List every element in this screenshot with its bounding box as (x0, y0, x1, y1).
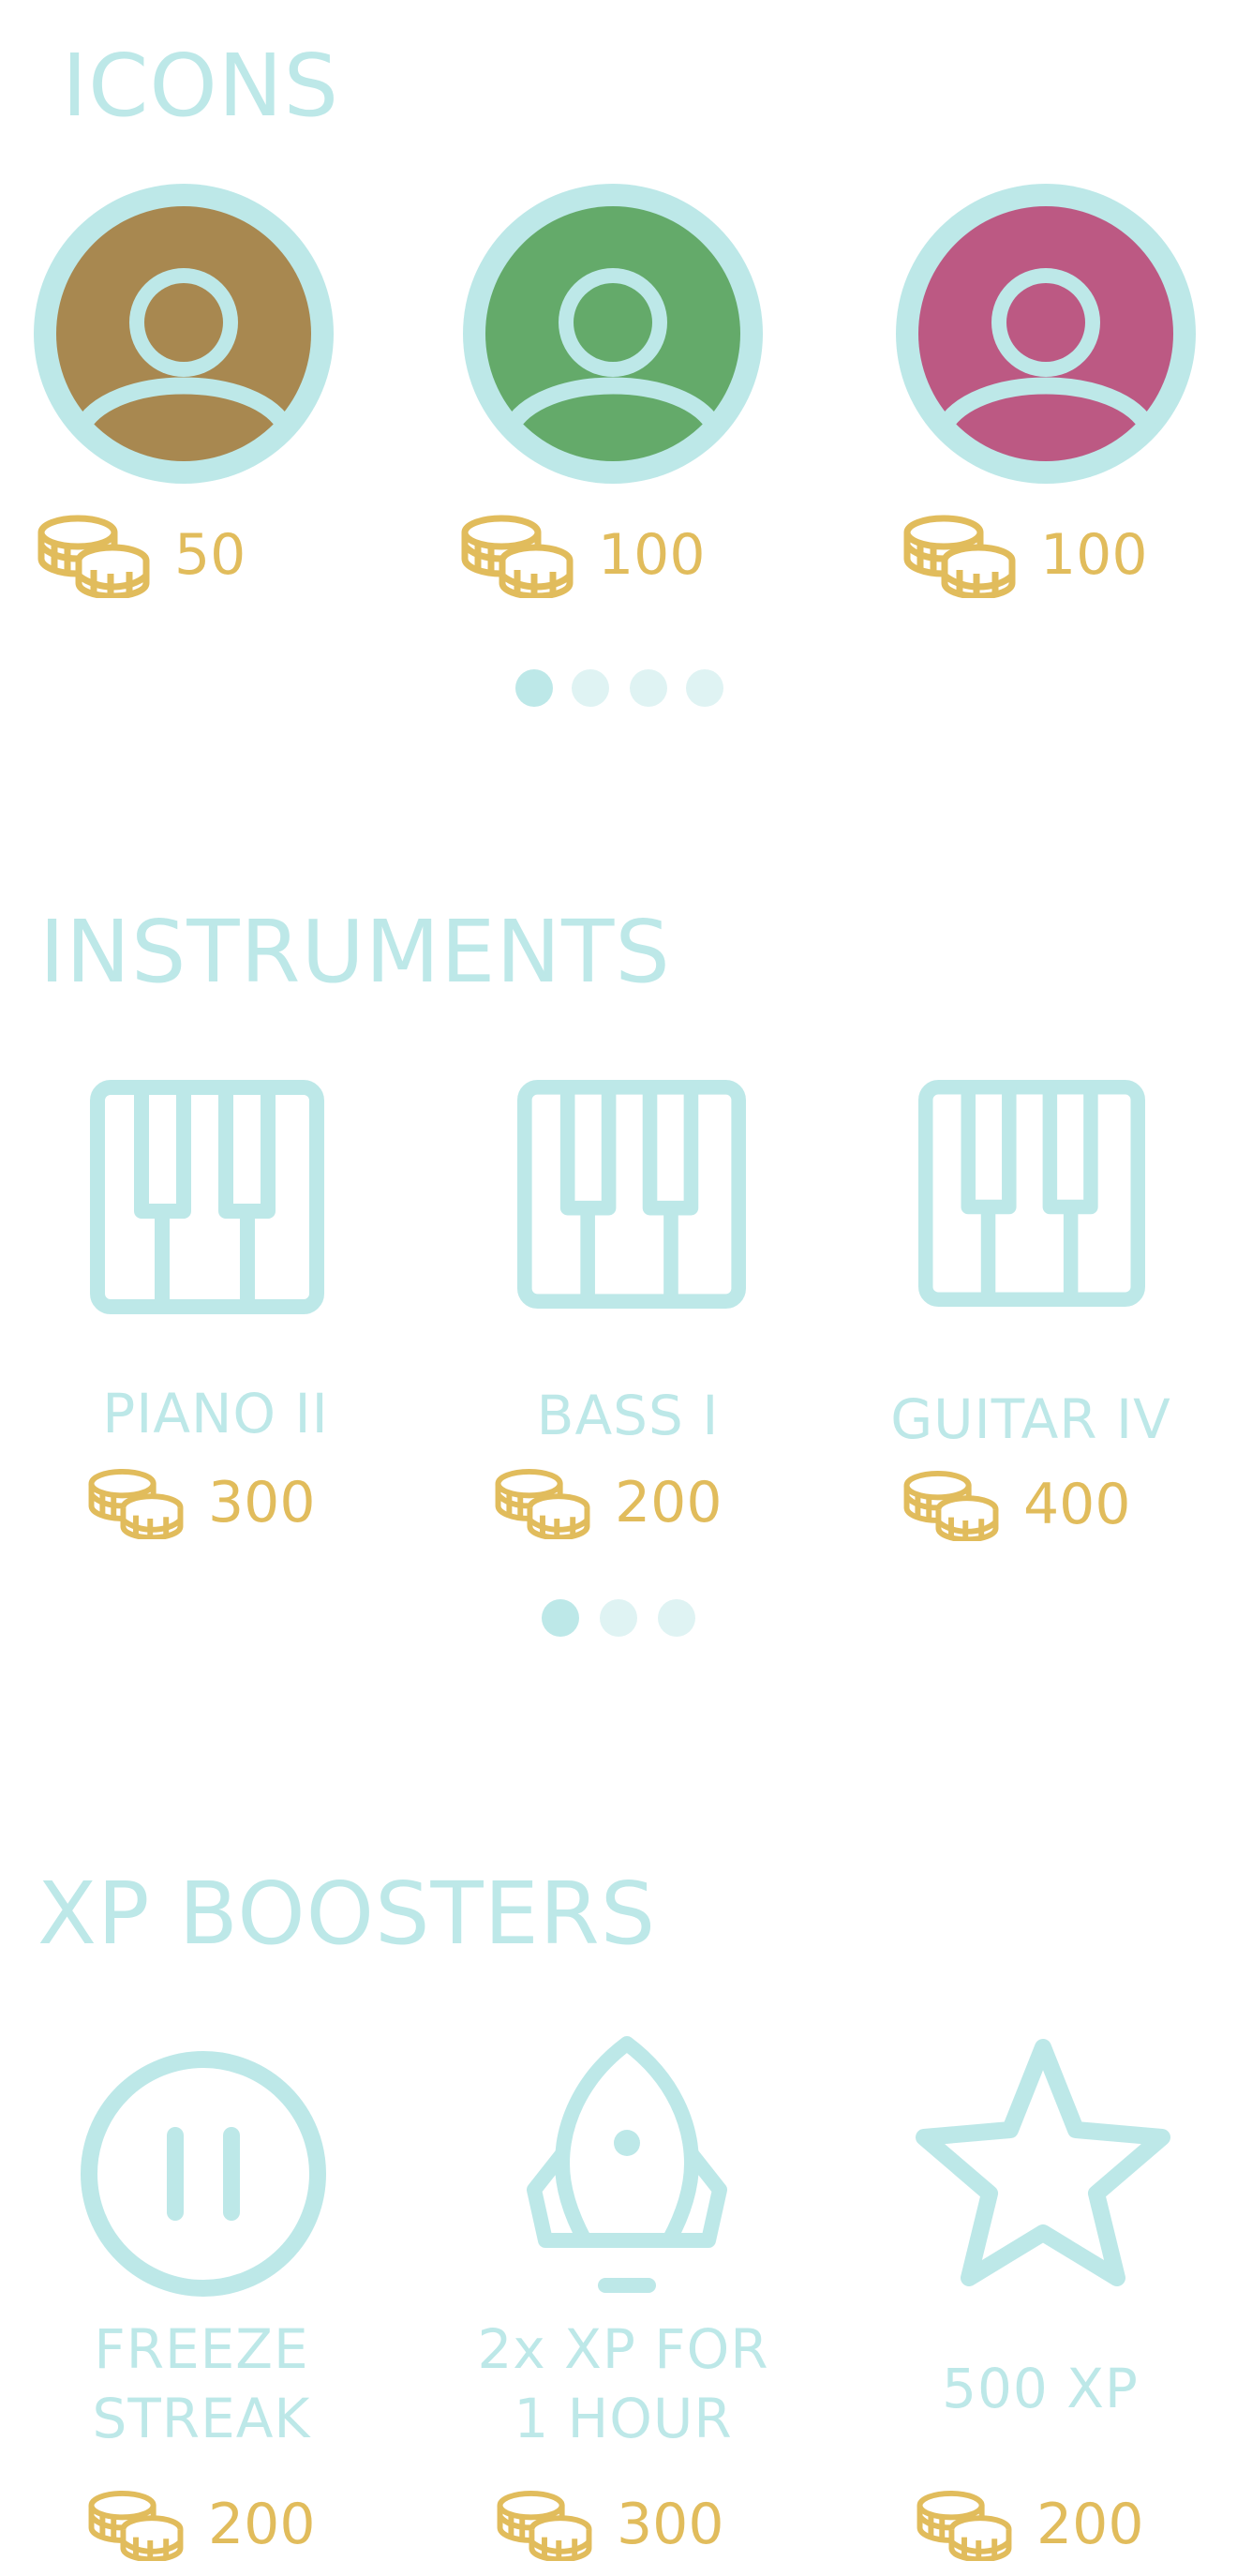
price-text: 50 (174, 522, 246, 588)
price-text: 200 (208, 2492, 316, 2557)
star-icon (916, 2039, 1170, 2286)
instrument-item-3[interactable] (918, 1080, 1145, 1307)
coins-icon (495, 2488, 594, 2561)
coins-icon (86, 1466, 186, 1539)
section-title-icons: ICONS (62, 36, 340, 136)
pager-dot[interactable] (658, 1599, 695, 1637)
pause-circle-icon (81, 2051, 326, 2297)
pager-dot-active[interactable] (515, 669, 553, 707)
xp-item-3[interactable] (907, 2032, 1179, 2295)
coins-icon (493, 1466, 592, 1539)
price-text: 200 (615, 1470, 723, 1535)
instrument-label: BASS I (536, 1384, 720, 1447)
icon-item-1-price-row: 50 (36, 512, 246, 598)
user-avatar-icon (34, 184, 334, 484)
coins-icon (459, 512, 575, 598)
pager-dot[interactable] (630, 669, 667, 707)
section-title-instruments: INSTRUMENTS (39, 902, 671, 1002)
coins-icon (902, 1468, 1001, 1541)
xp-item-2[interactable] (514, 2032, 740, 2304)
rocket-icon (527, 2036, 727, 2293)
icon-item-2-price-row: 100 (459, 512, 706, 598)
xp-label-line1: 500 XP (942, 2357, 1139, 2420)
instrument-label: PIANO II (102, 1382, 329, 1445)
coins-icon (915, 2488, 1014, 2561)
instrument-item-3-price-row: 400 (902, 1468, 1131, 1541)
xp-item-1[interactable] (79, 2049, 328, 2299)
instrument-item-2-price-row: 200 (493, 1466, 723, 1539)
price-text: 100 (598, 522, 706, 588)
user-avatar-icon (463, 184, 763, 484)
xp-item-2-price-row: 300 (495, 2488, 724, 2561)
price-text: 100 (1040, 522, 1148, 588)
price-text: 300 (208, 1470, 316, 1535)
icon-item-3-price-row: 100 (902, 512, 1148, 598)
xp-item-3-price-row: 200 (915, 2488, 1144, 2561)
icon-item-1[interactable] (34, 184, 334, 484)
coins-icon (36, 512, 152, 598)
price-text: 200 (1036, 2492, 1144, 2557)
coins-icon (902, 512, 1018, 598)
piano-keys-icon (918, 1080, 1145, 1307)
instrument-item-1-price-row: 300 (86, 1466, 316, 1539)
instrument-item-2[interactable] (517, 1080, 746, 1309)
user-avatar-icon (896, 184, 1196, 484)
section-title-xp-boosters: XP BOOSTERS (37, 1864, 657, 1964)
icon-item-2[interactable] (463, 184, 763, 484)
piano-keys-icon (90, 1080, 324, 1314)
xp-label-line1: 2x XP FOR (477, 2317, 769, 2381)
price-text: 300 (617, 2492, 724, 2557)
pager-dot[interactable] (686, 669, 723, 707)
coins-icon (86, 2488, 186, 2561)
instrument-item-1[interactable] (90, 1080, 324, 1314)
piano-keys-icon (517, 1080, 746, 1309)
xp-item-1-price-row: 200 (86, 2488, 316, 2561)
xp-label-line1: FREEZE (94, 2317, 309, 2381)
pager-dot[interactable] (600, 1599, 637, 1637)
icon-item-3[interactable] (896, 184, 1196, 484)
pager-dot[interactable] (572, 669, 609, 707)
xp-label-line2: 1 HOUR (514, 2387, 733, 2450)
price-text: 400 (1023, 1472, 1131, 1537)
pager-dot-active[interactable] (542, 1599, 579, 1637)
xp-label-line2: STREAK (92, 2387, 311, 2450)
instrument-label: GUITAR IV (890, 1387, 1171, 1451)
